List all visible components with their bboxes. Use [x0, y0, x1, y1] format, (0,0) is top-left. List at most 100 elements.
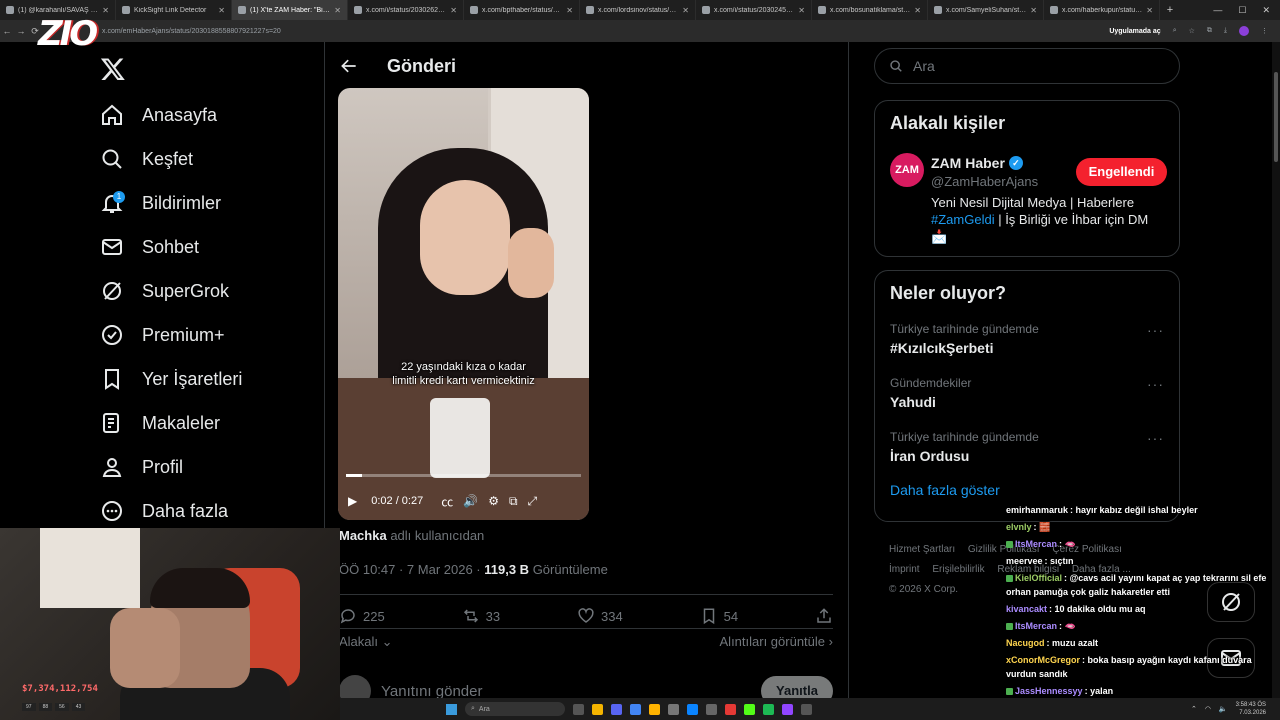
obs-icon[interactable] [801, 703, 812, 715]
chat-username[interactable]: ItsMercan [1015, 621, 1057, 631]
trend-item[interactable]: Türkiye tarihinde gündemde #KızılcıkŞerb… [875, 314, 1179, 368]
edge-icon[interactable] [687, 703, 698, 715]
taskbar-search[interactable]: ⌕ Ara [465, 702, 565, 716]
speaker-icon[interactable]: 🔈 [1219, 705, 1228, 713]
tab-close-icon[interactable]: ✕ [1146, 6, 1153, 15]
like-button[interactable]: 334 [577, 607, 623, 625]
more-options-icon[interactable]: ··· [1147, 322, 1164, 338]
task-view-icon[interactable] [573, 703, 584, 715]
tab-close-icon[interactable]: ✕ [914, 6, 921, 15]
nav-item-notifications[interactable]: 1 Bildirimler [100, 188, 221, 218]
share-button[interactable] [815, 607, 833, 625]
twitch-icon[interactable] [782, 703, 793, 715]
chat-username[interactable]: elvnly [1006, 522, 1032, 532]
nav-item-chat[interactable]: Sohbet [100, 232, 199, 262]
repost-button[interactable]: 33 [462, 607, 500, 625]
tab-close-icon[interactable]: ✕ [682, 6, 689, 15]
extensions-icon[interactable]: ⧉ [1207, 27, 1212, 35]
nav-item-more[interactable]: Daha fazla [100, 496, 228, 526]
reply-button[interactable]: 225 [339, 607, 385, 625]
footer-link[interactable]: Hizmet Şartları [889, 544, 955, 555]
profile-avatar[interactable] [1239, 26, 1249, 36]
nav-item-articles[interactable]: Makaleler [100, 408, 220, 438]
volume-icon[interactable]: 🔊 [463, 494, 478, 508]
nav-item-supergrok[interactable]: SuperGrok [100, 276, 229, 306]
back-arrow-icon[interactable] [339, 56, 359, 76]
chrome-icon[interactable] [630, 703, 641, 715]
kick-icon[interactable] [744, 703, 755, 715]
chat-username[interactable]: meervee [1006, 556, 1043, 566]
tab-close-icon[interactable]: ✕ [798, 6, 805, 15]
discord-icon[interactable] [611, 703, 622, 715]
zoom-icon[interactable]: ⌕ [1173, 27, 1177, 35]
browser-tab[interactable]: KickSight Link Detector ✕ [116, 0, 232, 20]
star-icon[interactable]: ☆ [1189, 27, 1195, 35]
chat-username[interactable]: kivancakt [1006, 604, 1047, 614]
video-author-name[interactable]: Machka [339, 528, 387, 543]
play-icon[interactable]: ▶ [348, 494, 357, 508]
chat-username[interactable]: JassHennessyy [1015, 686, 1083, 696]
browser-tab[interactable]: x.com/i/status/20302624882 ✕ [348, 0, 464, 20]
post-timestamp[interactable]: ÖÖ 10:47 · 7 Mar 2026 · [339, 562, 484, 577]
tray-chevron-icon[interactable]: ⌃ [1191, 705, 1197, 713]
close-window-icon[interactable]: ✕ [1262, 5, 1270, 16]
menu-icon[interactable]: ⋮ [1261, 27, 1268, 35]
browser-tab[interactable]: x.com/lordsinov/status/2030 ✕ [580, 0, 696, 20]
browser-tab[interactable]: x.com/haberkupur/status/2030 ✕ [1044, 0, 1160, 20]
tab-close-icon[interactable]: ✕ [450, 6, 457, 15]
view-quotes-link[interactable]: Alıntıları görüntüle › [720, 634, 833, 650]
tab-close-icon[interactable]: ✕ [334, 6, 341, 15]
bio-hashtag[interactable]: #ZamGeldi [931, 212, 995, 227]
search-input[interactable]: Ara [874, 48, 1180, 84]
more-options-icon[interactable]: ··· [1147, 376, 1164, 392]
captions-icon[interactable]: ㏄ [441, 493, 453, 510]
reply-input[interactable]: Yanıtını gönder [381, 683, 482, 700]
settings-icon[interactable]: ⚙ [488, 494, 499, 508]
maximize-icon[interactable]: ☐ [1238, 5, 1246, 16]
tab-close-icon[interactable]: ✕ [218, 6, 225, 15]
minimize-icon[interactable]: — [1213, 5, 1222, 16]
x-logo-icon[interactable] [100, 56, 126, 82]
open-in-app-button[interactable]: Uygulamada aç [1109, 28, 1160, 35]
person-row[interactable]: ZAM ZAM Haber ✓ @ZamHaberAjans Engellend… [875, 101, 1181, 244]
nav-item-premium[interactable]: Premium+ [100, 320, 225, 350]
trend-item[interactable]: Gündemdekiler Yahudi ··· [875, 368, 1179, 422]
browser-tab-active[interactable]: (1) X'te ZAM Haber: "Bir genç ✕ [232, 0, 348, 20]
nav-item-bookmarks[interactable]: Yer İşaretleri [100, 364, 242, 394]
more-options-icon[interactable]: ··· [1147, 430, 1164, 446]
browser-tab[interactable]: x.com/bpthaber/status/2030 ✕ [464, 0, 580, 20]
footer-link[interactable]: Erişilebilirlik [932, 564, 984, 575]
windows-start-icon[interactable] [446, 703, 457, 715]
forward-icon[interactable]: → [14, 26, 28, 36]
app-icon[interactable] [668, 703, 679, 715]
trend-item[interactable]: Türkiye tarihinde gündemde İran Ordusu ·… [875, 422, 1179, 476]
fullscreen-icon[interactable]: ⤢ [528, 494, 538, 509]
footer-link[interactable]: İmprint [889, 564, 920, 575]
chat-username[interactable]: emirhanmaruk [1006, 505, 1068, 515]
chat-username[interactable]: KielOfficial [1015, 573, 1062, 583]
browser-tab[interactable]: x.com/bosunatiklama/status ✕ [812, 0, 928, 20]
browser-tab[interactable]: x.com/SamyeliSuhan/status ✕ [928, 0, 1044, 20]
scrollbar-thumb[interactable] [1274, 72, 1278, 162]
file-explorer-icon[interactable] [592, 703, 603, 715]
tab-close-icon[interactable]: ✕ [1030, 6, 1037, 15]
url-field[interactable]: x.com/emHaberAjans/status/20301885588079… [102, 28, 281, 35]
chat-username[interactable]: Nacugod [1006, 638, 1045, 648]
nav-item-home[interactable]: Anasayfa [100, 100, 217, 130]
person-name[interactable]: ZAM Haber ✓ [931, 155, 1023, 171]
youtube-icon[interactable] [725, 703, 736, 715]
blocked-button[interactable]: Engellendi [1076, 158, 1167, 186]
avatar[interactable]: ZAM [890, 153, 924, 187]
spotify-icon[interactable] [763, 703, 774, 715]
clock[interactable]: 3:58:43 ÖS 7.03.2026 [1236, 701, 1266, 717]
nav-item-profile[interactable]: Profil [100, 452, 183, 482]
chat-username[interactable]: xConorMcGregor [1006, 655, 1080, 665]
video-progress-bar[interactable] [346, 474, 581, 477]
video-player[interactable]: 22 yaşındaki kıza o kadar limitli kredi … [338, 88, 589, 520]
wifi-icon[interactable]: ◠ [1205, 705, 1211, 713]
nav-item-explore[interactable]: Keşfet [100, 144, 193, 174]
back-icon[interactable]: ← [0, 26, 14, 36]
new-tab-button[interactable]: + [1160, 4, 1180, 16]
download-icon[interactable]: ⤓ [1224, 27, 1227, 35]
related-dropdown[interactable]: Alakalı ⌄ [339, 634, 393, 650]
